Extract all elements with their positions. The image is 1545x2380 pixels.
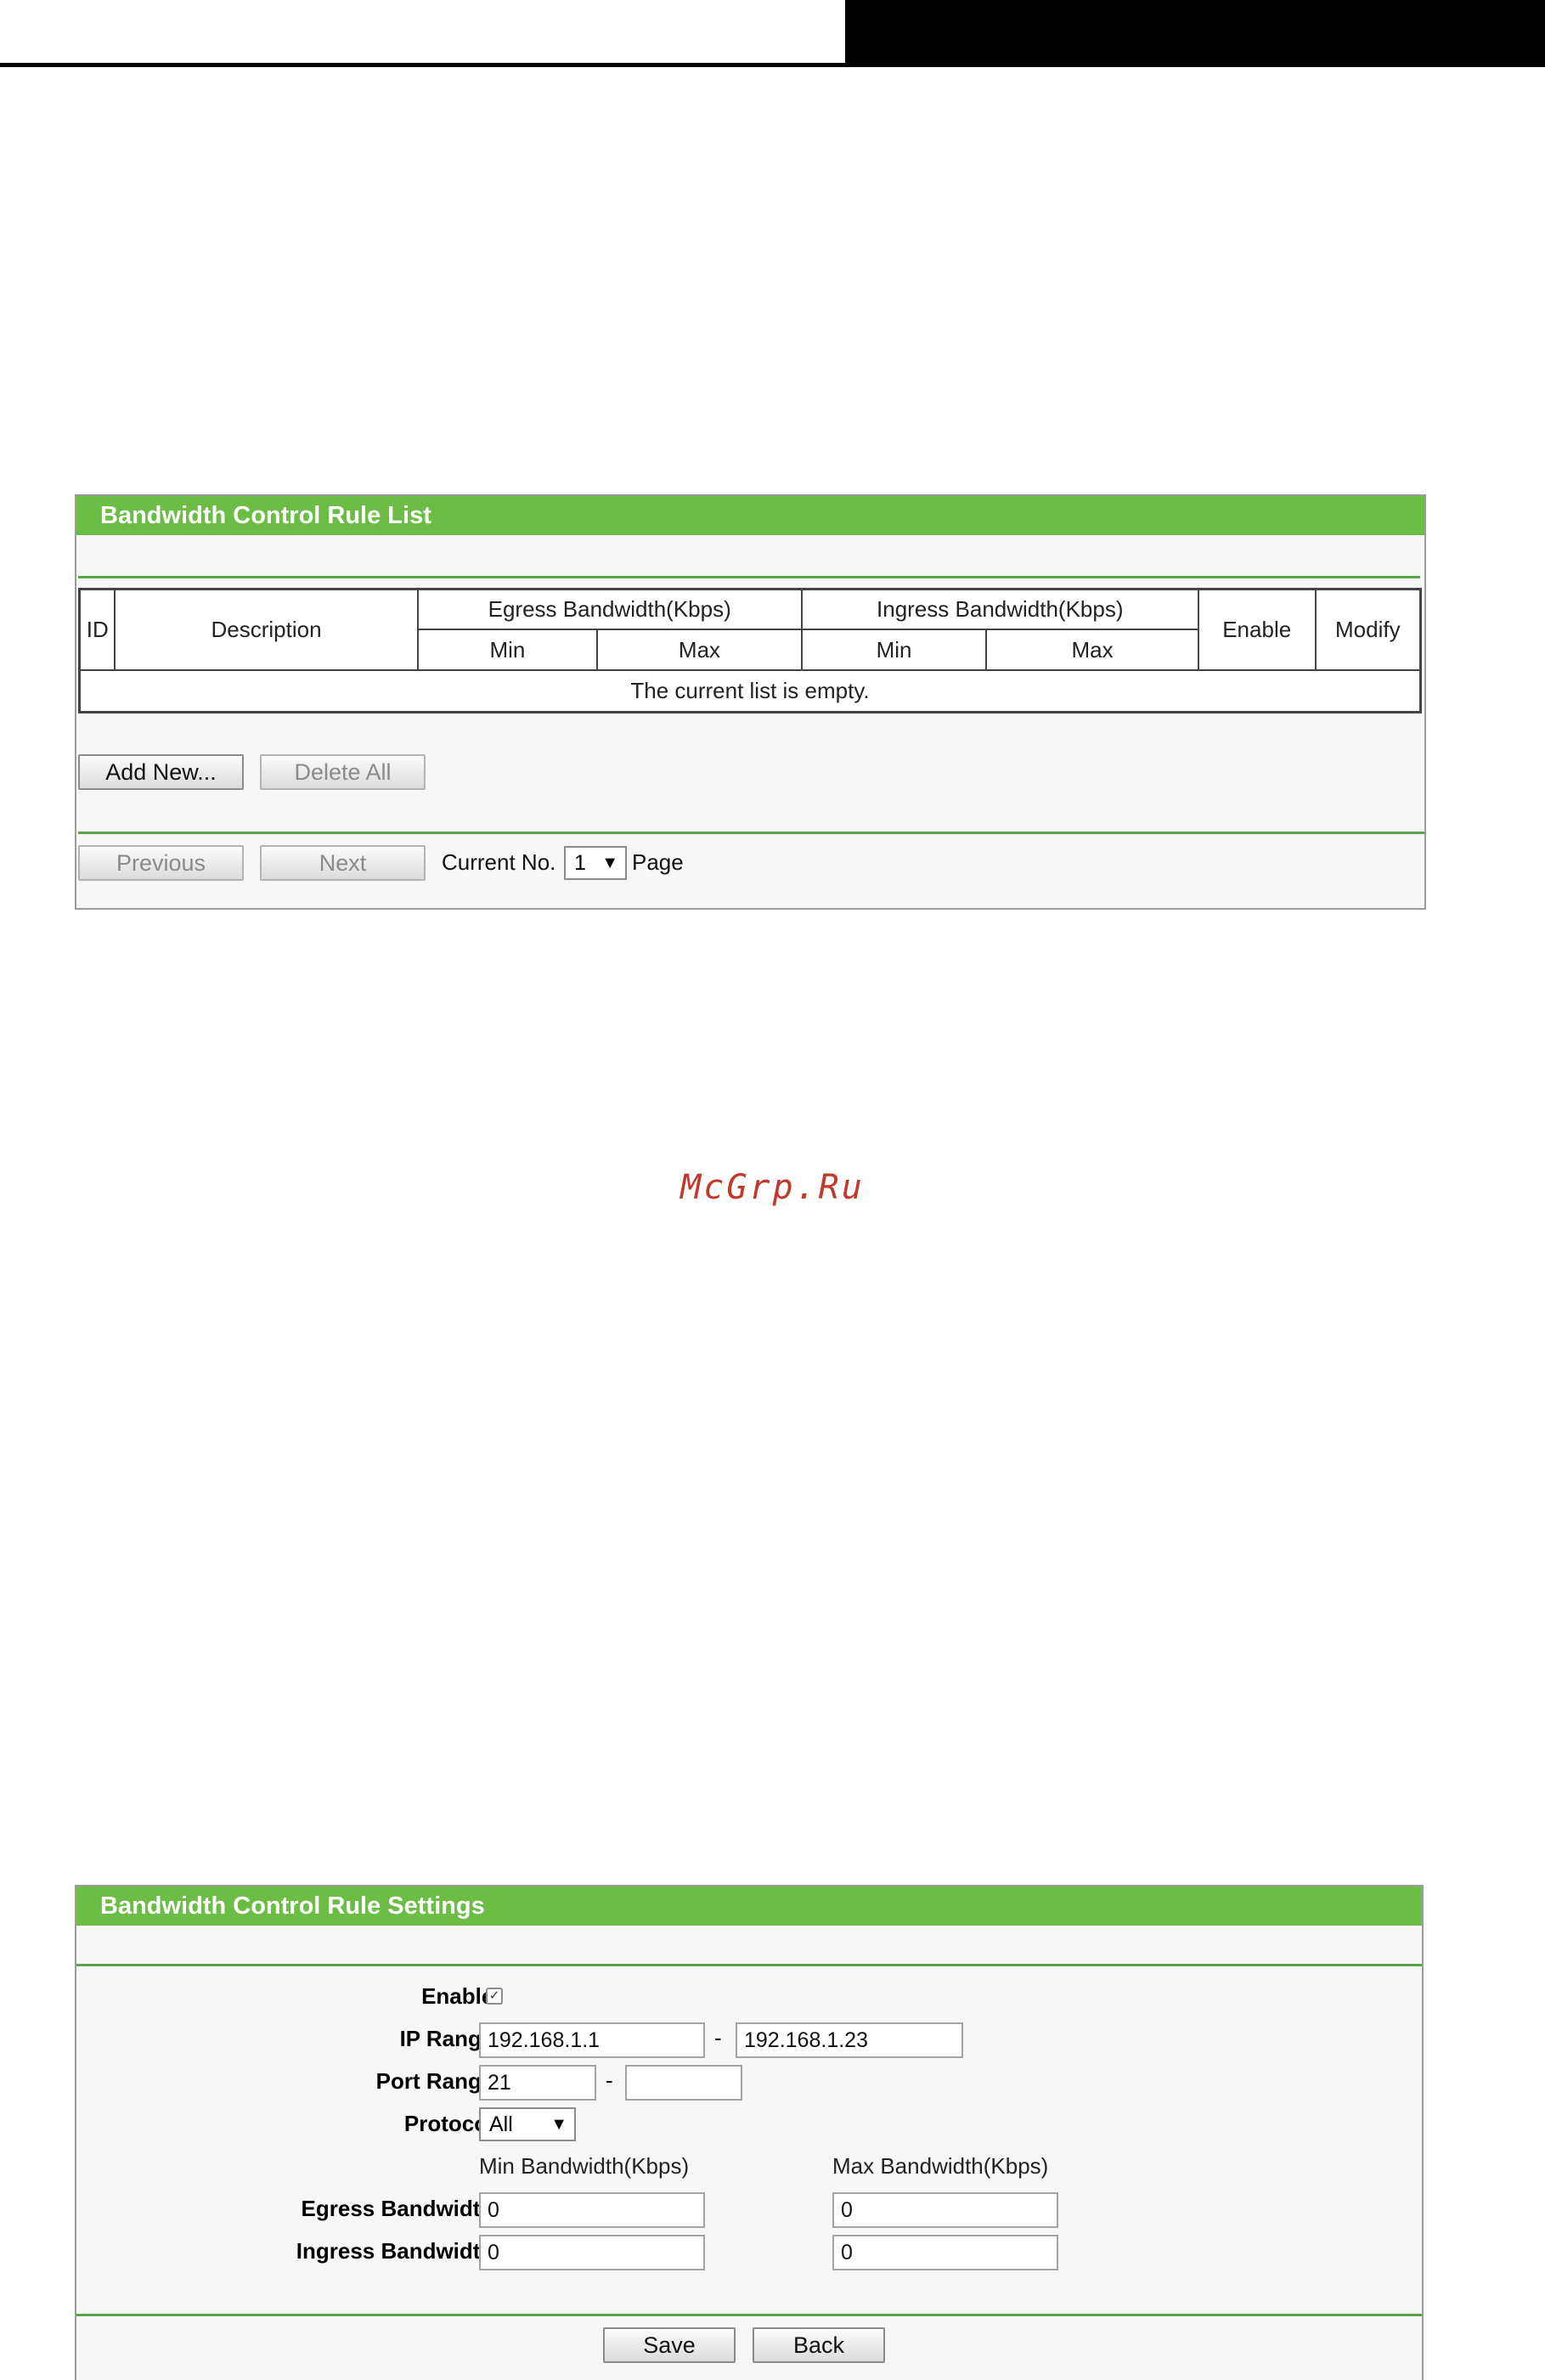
header-enable: Enable [1197,588,1317,672]
header-ingress-bandwidth: Ingress Bandwidth(Kbps) [800,588,1199,631]
header-black-block [845,0,1545,67]
settings-bottom-divider [76,2314,1422,2316]
header-egress-bandwidth: Egress Bandwidth(Kbps) [416,588,803,631]
header-id: ID [78,588,116,672]
enable-checkbox[interactable]: ✓ [486,1988,503,2005]
header-egress-max: Max [596,629,803,672]
rule-list-table: ID Description Egress Bandwidth(Kbps) In… [78,588,1422,713]
previous-button[interactable]: Previous [78,845,244,881]
page-label: Page [632,849,684,875]
header-modify: Modify [1314,588,1422,672]
add-new-button[interactable]: Add New... [78,754,244,790]
rule-list-bottom-divider [78,832,1424,834]
protocol-select-value: All [489,2112,513,2136]
rule-settings-panel: Bandwidth Control Rule Settings Enable: … [75,1885,1424,2380]
protocol-select[interactable]: All ▼ [479,2107,576,2141]
rule-list-top-divider [78,576,1420,578]
ip-end-input[interactable]: 192.168.1.23 [736,2022,963,2058]
header-ingress-max: Max [985,629,1199,672]
back-button[interactable]: Back [753,2327,885,2363]
header-ingress-min: Min [800,629,988,672]
header-egress-min: Min [416,629,599,672]
dropdown-arrow-icon: ▼ [550,2115,567,2134]
page-select[interactable]: 1 ▼ [564,846,627,880]
rule-list-panel: Bandwidth Control Rule List ID Descripti… [75,494,1426,910]
ingress-bandwidth-label: Ingress Bandwidth: [296,2238,501,2264]
egress-min-input[interactable]: 0 [479,2192,705,2228]
current-no-label: Current No. [442,849,556,875]
port-end-input[interactable] [625,2065,742,2101]
egress-bandwidth-label: Egress Bandwidth: [301,2196,501,2221]
port-range-separator: - [606,2067,613,2093]
egress-max-input[interactable]: 0 [832,2192,1058,2228]
next-button[interactable]: Next [260,845,426,881]
empty-list-message: The current list is empty. [78,669,1422,713]
ip-start-input[interactable]: 192.168.1.1 [479,2022,705,2058]
header-rule [0,63,845,67]
max-bandwidth-header: Max Bandwidth(Kbps) [832,2153,1049,2179]
save-button[interactable]: Save [603,2327,736,2363]
dropdown-arrow-icon: ▼ [601,854,618,872]
page-select-value: 1 [574,851,586,875]
header-description: Description [114,588,419,672]
ingress-min-input[interactable]: 0 [479,2235,705,2270]
rule-list-title: Bandwidth Control Rule List [76,496,1424,535]
settings-labels: Enable: IP Range: Port Range: Protocol: … [76,1887,501,2380]
min-bandwidth-header: Min Bandwidth(Kbps) [479,2153,690,2179]
port-start-input[interactable]: 21 [479,2065,596,2101]
ingress-max-input[interactable]: 0 [832,2235,1058,2270]
delete-all-button[interactable]: Delete All [260,754,426,790]
ip-range-separator: - [714,2025,722,2050]
watermark-text: McGrp.Ru [680,1168,865,1207]
